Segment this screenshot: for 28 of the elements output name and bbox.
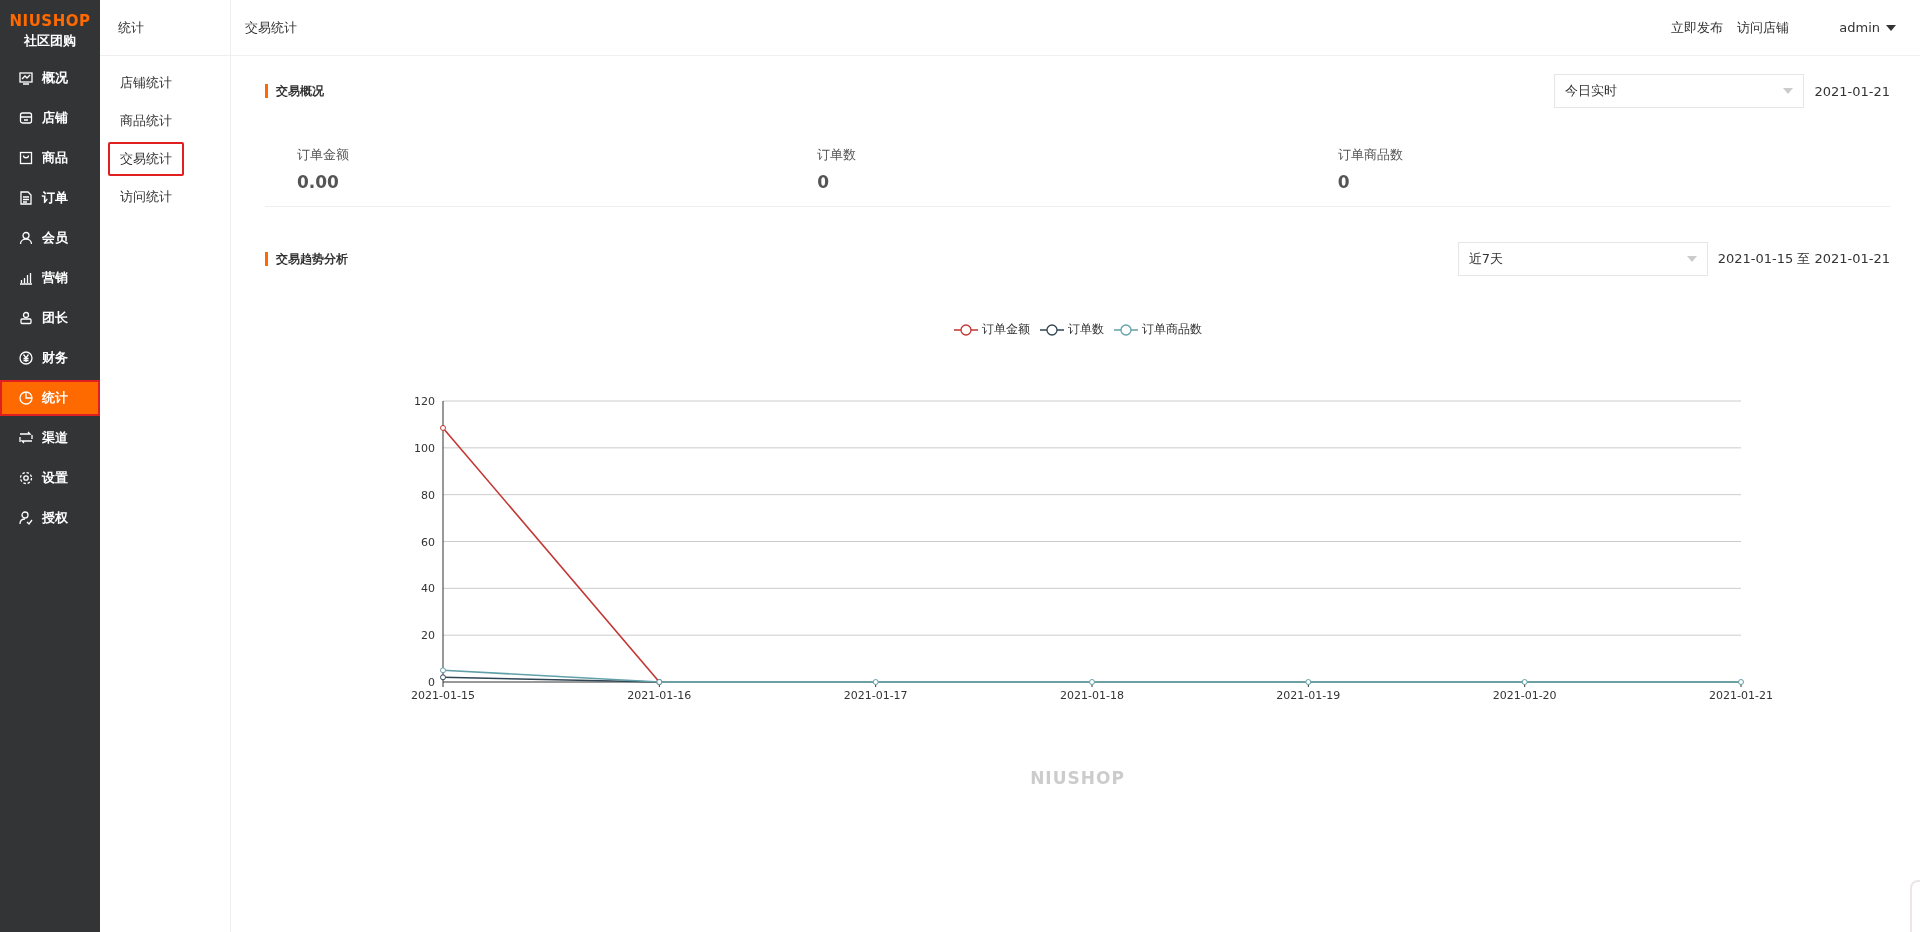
axis-tick-label: 40 bbox=[420, 582, 435, 596]
breadcrumb: 交易统计 bbox=[245, 18, 298, 37]
stat-value: 0 bbox=[817, 172, 831, 192]
stat-value: 0 bbox=[1337, 172, 1351, 192]
axis-tick-label: 2021-01-15 bbox=[410, 689, 475, 702]
axis-tick-label: 0 bbox=[427, 676, 435, 689]
axis-tick-label: 2021-01-18 bbox=[1059, 689, 1124, 702]
axis-tick-label: 2021-01-20 bbox=[1492, 689, 1557, 702]
axis-tick-label: 2021-01-16 bbox=[626, 689, 691, 702]
date-label: 2021-01-21 bbox=[1814, 83, 1890, 99]
brand-subtitle: 社区团购 bbox=[24, 32, 76, 50]
axis-tick-label: 20 bbox=[420, 629, 435, 643]
axis-tick-label: 120 bbox=[413, 395, 435, 408]
date-range-label: 2021-01-15 至 2021-01-21 bbox=[1717, 250, 1890, 268]
axis-tick-label: 100 bbox=[413, 441, 435, 455]
axis-tick-label: 2021-01-19 bbox=[1275, 689, 1340, 702]
brand-logo: NIUSHOP bbox=[9, 12, 91, 30]
stat-label: 订单商品数 bbox=[1337, 146, 1404, 164]
axis-tick-label: 2021-01-21 bbox=[1708, 689, 1773, 702]
axis-tick-label: 80 bbox=[420, 488, 435, 502]
stat-label: 订单金额 bbox=[297, 146, 350, 164]
sub-sidebar-title: 统计 bbox=[100, 0, 230, 56]
section-title: 交易趋势分析 bbox=[265, 252, 1458, 266]
axis-tick-label: 2021-01-17 bbox=[843, 689, 908, 702]
axis-tick-label: 60 bbox=[420, 535, 435, 549]
section-title: 交易概况 bbox=[265, 84, 1555, 98]
stat-value: 0.00 bbox=[297, 172, 340, 192]
stat-label: 订单数 bbox=[817, 146, 858, 164]
